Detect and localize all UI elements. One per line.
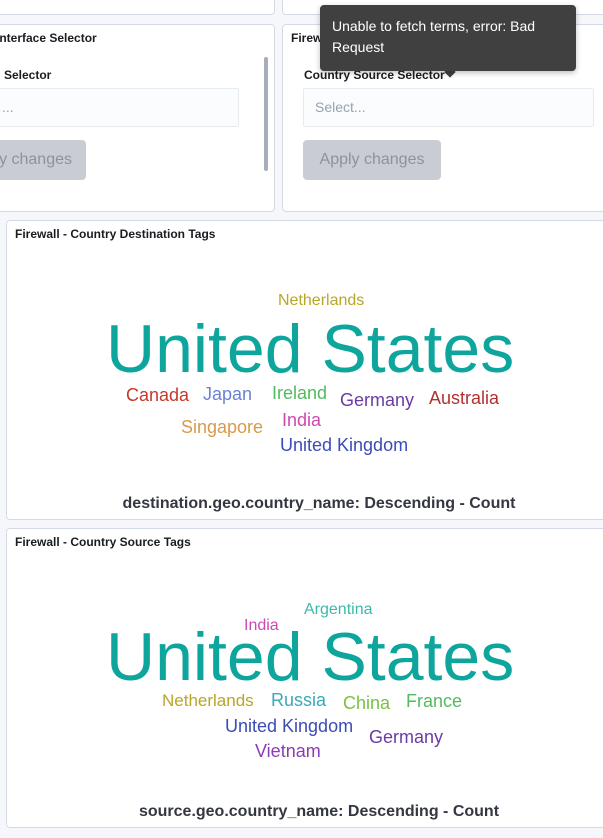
tag[interactable]: Germany xyxy=(369,728,443,746)
tag[interactable]: United Kingdom xyxy=(225,717,353,735)
tag[interactable]: Japan xyxy=(203,385,252,403)
error-tooltip: Unable to fetch terms, error: Bad Reques… xyxy=(320,5,576,71)
country-source-select[interactable]: Select... xyxy=(303,88,594,127)
cloud-caption: destination.geo.country_name: Descending… xyxy=(122,495,516,512)
interface-selector-panel: Interface Selector Selector ... y change… xyxy=(0,24,275,212)
apply-changes-label: y changes xyxy=(0,151,72,168)
cloud-caption: source.geo.country_name: Descending - Co… xyxy=(138,803,500,820)
tag[interactable]: United States xyxy=(106,623,514,691)
tag[interactable]: Australia xyxy=(429,389,499,407)
panel-title: Interface Selector xyxy=(0,31,97,45)
tag[interactable]: Netherlands xyxy=(162,692,254,709)
selector-label: Selector xyxy=(4,68,52,82)
panel-title: Firew xyxy=(291,31,323,45)
tag[interactable]: Vietnam xyxy=(255,742,321,760)
select-placeholder: ... xyxy=(2,99,14,115)
tag[interactable]: India xyxy=(282,411,321,429)
apply-changes-label: Apply changes xyxy=(319,151,425,168)
tag[interactable]: Canada xyxy=(126,386,189,404)
tag[interactable]: Argentina xyxy=(304,602,373,618)
apply-changes-button[interactable]: Apply changes xyxy=(303,140,441,180)
apply-changes-button[interactable]: y changes xyxy=(0,140,86,180)
tag[interactable]: Germany xyxy=(340,391,414,409)
select-placeholder: Select... xyxy=(315,99,366,115)
panel-title: Firewall - Country Destination Tags xyxy=(15,227,216,241)
scrollbar[interactable] xyxy=(264,57,268,171)
tag[interactable]: China xyxy=(343,694,390,712)
tag[interactable]: Netherlands xyxy=(278,293,364,309)
tag[interactable]: Russia xyxy=(271,691,326,709)
destination-tag-cloud-panel: Firewall - Country Destination Tags Unit… xyxy=(6,220,603,520)
tag[interactable]: United Kingdom xyxy=(280,436,408,454)
tag[interactable]: France xyxy=(406,692,462,710)
tooltip-text: Unable to fetch terms, error: Bad Reques… xyxy=(332,18,536,55)
tag[interactable]: Ireland xyxy=(272,384,327,402)
top-left-panel-partial xyxy=(0,0,275,15)
tag[interactable]: Singapore xyxy=(181,418,263,436)
tag[interactable]: United States xyxy=(106,315,514,383)
interface-select[interactable]: ... xyxy=(0,88,239,127)
tag[interactable]: India xyxy=(244,618,279,634)
panel-title: Firewall - Country Source Tags xyxy=(15,535,191,549)
source-tag-cloud-panel: Firewall - Country Source Tags United St… xyxy=(6,528,603,828)
